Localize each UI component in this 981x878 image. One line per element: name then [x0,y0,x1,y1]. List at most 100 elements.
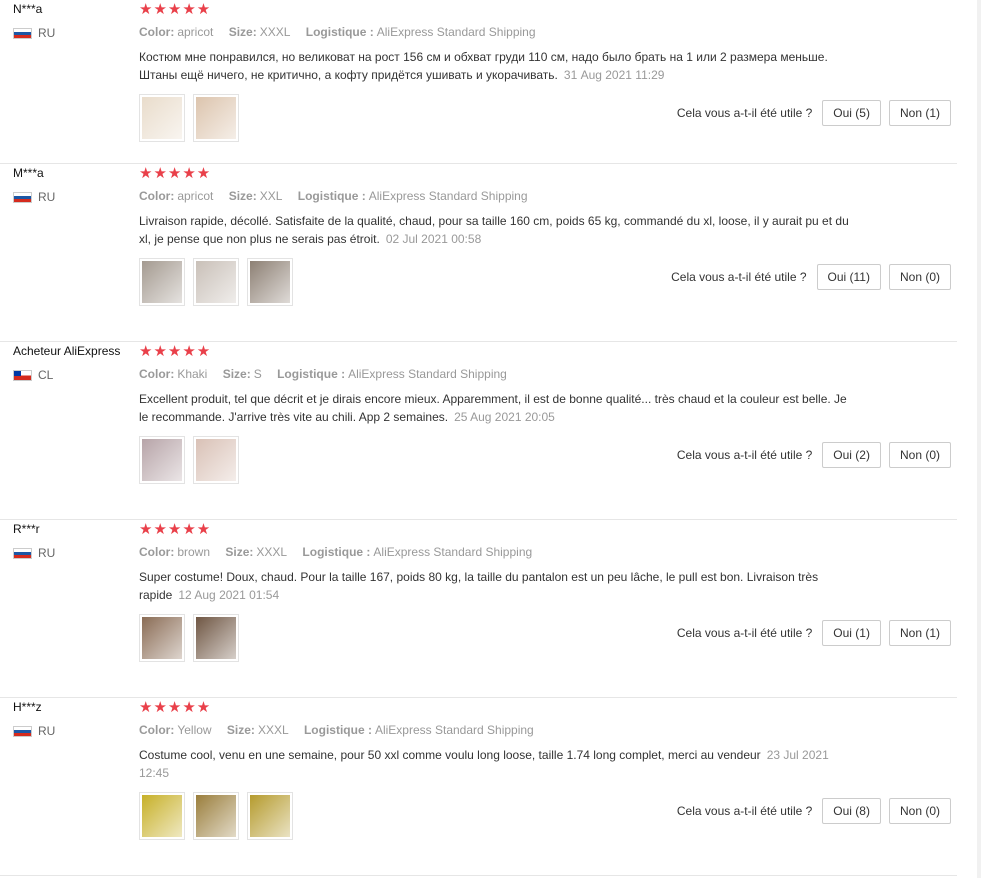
rating-stars: ★★★★★ [139,1,212,18]
review-attributes: Color: Khaki Size: S Logistique : AliExpres… [139,367,507,381]
review-photo [196,439,236,481]
rating-stars: ★★★★★ [139,343,212,360]
size-label: Size: [222,367,251,381]
color-value: Yellow [177,723,212,737]
size-value: XXL [259,189,283,203]
country-flag-icon [13,191,32,203]
review-photo [250,795,290,837]
size-value: S [253,367,262,381]
color-value: brown [177,545,211,559]
color-label: Color: [139,723,175,737]
country-flag-icon [13,547,32,559]
country-code: RU [38,190,56,204]
shipping-label: Logistique : [277,367,346,381]
reviewer-name: M***a [13,166,44,180]
review-photo-thumbnail[interactable] [139,614,185,662]
review-photo [196,97,236,139]
size-value: XXXL [257,723,289,737]
review-photo [142,795,182,837]
review-item: N***a RU ★★★★★ Color: apricot Size: XXXL L… [0,0,957,164]
review-photo-thumbnail[interactable] [139,258,185,306]
review-photo-thumbnail[interactable] [139,792,185,840]
review-item: R***r RU ★★★★★ Color: brown Size: XXXL Log… [0,520,957,698]
helpful-no-button[interactable]: Non (0) [888,798,951,824]
reviewer-name: N***a [13,2,43,16]
review-attributes: Color: Yellow Size: XXXL Logistique : AliEx… [139,723,534,737]
reviewer-name: R***r [13,522,40,536]
helpful-vote: Cela vous a-t-il été utile ? Oui (5) Non… [677,100,951,126]
review-photo [142,617,182,659]
helpful-yes-button[interactable]: Oui (2) [822,442,881,468]
reviewer-country: RU [13,724,55,738]
review-attributes: Color: apricot Size: XXL Logistique : AliEx… [139,189,528,203]
review-photo-thumbnail[interactable] [247,258,293,306]
color-value: Khaki [177,367,208,381]
helpful-no-button[interactable]: Non (0) [888,264,951,290]
review-body: Костюм мне понравился, но великоват на р… [139,50,828,82]
helpful-question: Cela vous a-t-il été utile ? [676,448,813,462]
shipping-value: AliExpress Standard Shipping [376,25,536,39]
review-photo-thumbnail[interactable] [139,94,185,142]
shipping-label: Logistique : [297,189,366,203]
review-text: Costume cool, venu en une semaine, pour … [139,746,854,782]
helpful-no-button[interactable]: Non (1) [888,620,951,646]
shipping-value: AliExpress Standard Shipping [374,723,534,737]
review-text: Костюм мне понравился, но великоват на р… [139,48,854,84]
color-value: apricot [177,189,214,203]
color-label: Color: [139,189,175,203]
review-photo [142,261,182,303]
review-item: M***a RU ★★★★★ Color: apricot Size: XXL Lo… [0,164,957,342]
helpful-vote: Cela vous a-t-il été utile ? Oui (11) No… [671,264,951,290]
review-photo-thumbnail[interactable] [139,436,185,484]
review-photos [139,94,239,142]
country-code: CL [38,368,54,382]
review-photos [139,258,293,306]
reviewer-country: RU [13,546,55,560]
size-value: XXXL [256,545,288,559]
reviewer-country: RU [13,26,55,40]
review-photo-thumbnail[interactable] [193,614,239,662]
helpful-question: Cela vous a-t-il été utile ? [676,106,813,120]
review-date: 02 Jul 2021 00:58 [385,232,482,246]
helpful-yes-button[interactable]: Oui (1) [822,620,881,646]
review-attributes: Color: brown Size: XXXL Logistique : AliExp… [139,545,532,559]
review-photo-thumbnail[interactable] [193,94,239,142]
helpful-vote: Cela vous a-t-il été utile ? Oui (2) Non… [677,442,951,468]
review-item: H***z RU ★★★★★ Color: Yellow Size: XXXL Lo… [0,698,957,876]
helpful-yes-button[interactable]: Oui (5) [822,100,881,126]
shipping-value: AliExpress Standard Shipping [368,189,528,203]
review-photos [139,792,293,840]
reviewer-name: Acheteur AliExpress [13,344,121,358]
reviewer-name: H***z [13,700,42,714]
country-code: RU [38,724,56,738]
shipping-label: Logistique : [302,545,371,559]
helpful-no-button[interactable]: Non (0) [888,442,951,468]
rating-stars: ★★★★★ [139,165,212,182]
review-photo [142,97,182,139]
review-list: N***a RU ★★★★★ Color: apricot Size: XXXL L… [0,0,957,876]
review-item: Acheteur AliExpress CL ★★★★★ Color: Khaki… [0,342,957,520]
helpful-question: Cela vous a-t-il été utile ? [676,804,813,818]
review-photo-thumbnail[interactable] [193,436,239,484]
helpful-question: Cela vous a-t-il été utile ? [676,626,813,640]
review-photo-thumbnail[interactable] [193,792,239,840]
reviewer-country: CL [13,368,53,382]
review-photo [196,617,236,659]
reviewer-country: RU [13,190,55,204]
size-label: Size: [228,25,257,39]
review-photo-thumbnail[interactable] [193,258,239,306]
review-photo-thumbnail[interactable] [247,792,293,840]
review-photos [139,436,239,484]
review-date: 31 Aug 2021 11:29 [563,68,665,82]
country-flag-icon [13,27,32,39]
helpful-vote: Cela vous a-t-il été utile ? Oui (8) Non… [677,798,951,824]
size-label: Size: [228,189,257,203]
review-photo [196,795,236,837]
scrollbar[interactable] [977,0,981,878]
review-photo [142,439,182,481]
shipping-label: Logistique : [305,25,374,39]
helpful-yes-button[interactable]: Oui (8) [822,798,881,824]
review-attributes: Color: apricot Size: XXXL Logistique : AliE… [139,25,536,39]
helpful-yes-button[interactable]: Oui (11) [816,264,881,290]
helpful-no-button[interactable]: Non (1) [888,100,951,126]
